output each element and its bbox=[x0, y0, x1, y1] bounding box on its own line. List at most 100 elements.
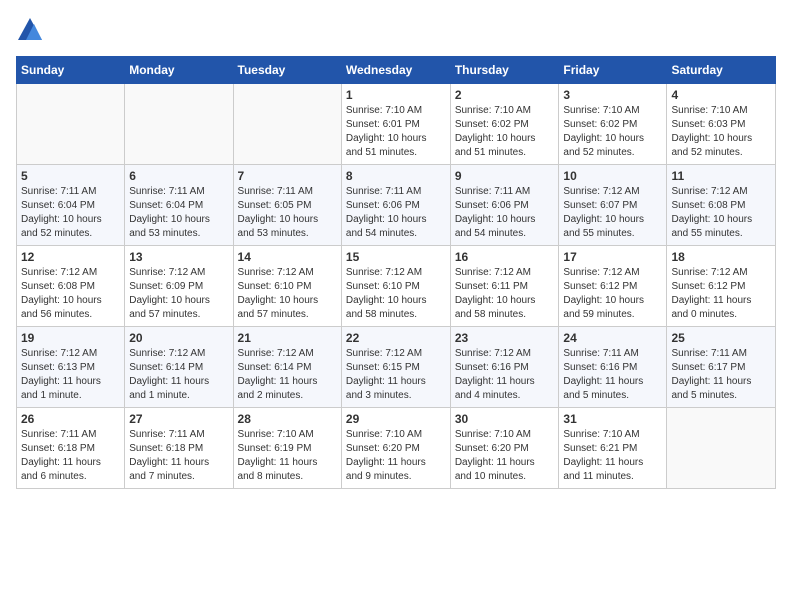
day-number: 3 bbox=[563, 88, 662, 102]
page-header bbox=[16, 16, 776, 44]
day-cell: 21Sunrise: 7:12 AM Sunset: 6:14 PM Dayli… bbox=[233, 327, 341, 408]
calendar-table: SundayMondayTuesdayWednesdayThursdayFrid… bbox=[16, 56, 776, 489]
day-info: Sunrise: 7:12 AM Sunset: 6:13 PM Dayligh… bbox=[21, 347, 120, 403]
day-number: 26 bbox=[21, 412, 120, 426]
day-cell: 31 Sunrise: 7:10 AM Sunset: 6:21 PM Dayli… bbox=[559, 408, 667, 489]
day-cell: 27Sunrise: 7:11 AM Sunset: 6:18 PM Dayli… bbox=[125, 408, 233, 489]
day-number: 30 bbox=[455, 412, 555, 426]
day-cell: 26 Sunrise: 7:11 AM Sunset: 6:18 PM Dayli… bbox=[17, 408, 125, 489]
day-number: 13 bbox=[129, 250, 228, 264]
day-cell: 24 Sunrise: 7:11 AM Sunset: 6:16 PM Dayli… bbox=[559, 327, 667, 408]
day-info: Sunrise: 7:11 AM Sunset: 6:06 PM Dayligh… bbox=[346, 185, 446, 241]
header-cell-sunday: Sunday bbox=[17, 57, 125, 84]
day-cell: 3 Sunrise: 7:10 AM Sunset: 6:02 PM Daylig… bbox=[559, 84, 667, 165]
week-row-1: 1 Sunrise: 7:10 AM Sunset: 6:01 PM Daylig… bbox=[17, 84, 776, 165]
day-info: Sunrise: 7:10 AM Sunset: 6:19 PM Dayligh… bbox=[238, 428, 337, 484]
day-number: 5 bbox=[21, 169, 120, 183]
day-cell: 16Sunrise: 7:12 AM Sunset: 6:11 PM Dayli… bbox=[450, 246, 559, 327]
day-info: Sunrise: 7:12 AM Sunset: 6:10 PM Dayligh… bbox=[238, 266, 337, 322]
day-info: Sunrise: 7:10 AM Sunset: 6:01 PM Dayligh… bbox=[346, 104, 446, 160]
day-number: 10 bbox=[563, 169, 662, 183]
day-info: Sunrise: 7:10 AM Sunset: 6:21 PM Dayligh… bbox=[563, 428, 662, 484]
day-number: 17 bbox=[563, 250, 662, 264]
day-number: 29 bbox=[346, 412, 446, 426]
day-cell: 20 Sunrise: 7:12 AM Sunset: 6:14 PM Dayli… bbox=[125, 327, 233, 408]
header-cell-monday: Monday bbox=[125, 57, 233, 84]
day-info: Sunrise: 7:11 AM Sunset: 6:04 PM Dayligh… bbox=[21, 185, 120, 241]
day-number: 4 bbox=[671, 88, 771, 102]
day-cell: 14 Sunrise: 7:12 AM Sunset: 6:10 PM Dayli… bbox=[233, 246, 341, 327]
header-cell-friday: Friday bbox=[559, 57, 667, 84]
day-info: Sunrise: 7:12 AM Sunset: 6:09 PM Dayligh… bbox=[129, 266, 228, 322]
day-cell: 5 Sunrise: 7:11 AM Sunset: 6:04 PM Daylig… bbox=[17, 165, 125, 246]
day-info: Sunrise: 7:10 AM Sunset: 6:20 PM Dayligh… bbox=[455, 428, 555, 484]
day-cell: 17 Sunrise: 7:12 AM Sunset: 6:12 PM Dayli… bbox=[559, 246, 667, 327]
day-number: 6 bbox=[129, 169, 228, 183]
day-info: Sunrise: 7:12 AM Sunset: 6:14 PM Dayligh… bbox=[129, 347, 228, 403]
day-cell: 18 Sunrise: 7:12 AM Sunset: 6:12 PM Dayli… bbox=[667, 246, 776, 327]
day-info: Sunrise: 7:10 AM Sunset: 6:20 PM Dayligh… bbox=[346, 428, 446, 484]
day-info: Sunrise: 7:12 AM Sunset: 6:08 PM Dayligh… bbox=[21, 266, 120, 322]
day-cell: 11 Sunrise: 7:12 AM Sunset: 6:08 PM Dayli… bbox=[667, 165, 776, 246]
day-info: Sunrise: 7:12 AM Sunset: 6:15 PM Dayligh… bbox=[346, 347, 446, 403]
day-number: 1 bbox=[346, 88, 446, 102]
day-info: Sunrise: 7:12 AM Sunset: 6:12 PM Dayligh… bbox=[671, 266, 771, 322]
day-number: 22 bbox=[346, 331, 446, 345]
day-number: 24 bbox=[563, 331, 662, 345]
day-number: 27 bbox=[129, 412, 228, 426]
header-cell-wednesday: Wednesday bbox=[341, 57, 450, 84]
day-info: Sunrise: 7:10 AM Sunset: 6:03 PM Dayligh… bbox=[671, 104, 771, 160]
day-cell: 25Sunrise: 7:11 AM Sunset: 6:17 PM Dayli… bbox=[667, 327, 776, 408]
day-number: 18 bbox=[671, 250, 771, 264]
day-cell: 8Sunrise: 7:11 AM Sunset: 6:06 PM Daylig… bbox=[341, 165, 450, 246]
day-info: Sunrise: 7:11 AM Sunset: 6:16 PM Dayligh… bbox=[563, 347, 662, 403]
day-number: 23 bbox=[455, 331, 555, 345]
day-info: Sunrise: 7:12 AM Sunset: 6:08 PM Dayligh… bbox=[671, 185, 771, 241]
day-cell: 6 Sunrise: 7:11 AM Sunset: 6:04 PM Daylig… bbox=[125, 165, 233, 246]
day-cell: 28 Sunrise: 7:10 AM Sunset: 6:19 PM Dayli… bbox=[233, 408, 341, 489]
day-number: 28 bbox=[238, 412, 337, 426]
day-number: 15 bbox=[346, 250, 446, 264]
header-cell-saturday: Saturday bbox=[667, 57, 776, 84]
day-number: 19 bbox=[21, 331, 120, 345]
day-cell: 22 Sunrise: 7:12 AM Sunset: 6:15 PM Dayli… bbox=[341, 327, 450, 408]
day-info: Sunrise: 7:12 AM Sunset: 6:07 PM Dayligh… bbox=[563, 185, 662, 241]
day-cell: 15 Sunrise: 7:12 AM Sunset: 6:10 PM Dayli… bbox=[341, 246, 450, 327]
day-number: 14 bbox=[238, 250, 337, 264]
day-info: Sunrise: 7:11 AM Sunset: 6:18 PM Dayligh… bbox=[21, 428, 120, 484]
header-row: SundayMondayTuesdayWednesdayThursdayFrid… bbox=[17, 57, 776, 84]
day-number: 11 bbox=[671, 169, 771, 183]
day-info: Sunrise: 7:11 AM Sunset: 6:05 PM Dayligh… bbox=[238, 185, 337, 241]
header-cell-thursday: Thursday bbox=[450, 57, 559, 84]
day-cell bbox=[233, 84, 341, 165]
day-info: Sunrise: 7:10 AM Sunset: 6:02 PM Dayligh… bbox=[455, 104, 555, 160]
day-number: 21 bbox=[238, 331, 337, 345]
day-cell: 9 Sunrise: 7:11 AM Sunset: 6:06 PM Daylig… bbox=[450, 165, 559, 246]
week-row-3: 12 Sunrise: 7:12 AM Sunset: 6:08 PM Dayli… bbox=[17, 246, 776, 327]
day-info: Sunrise: 7:10 AM Sunset: 6:02 PM Dayligh… bbox=[563, 104, 662, 160]
day-number: 20 bbox=[129, 331, 228, 345]
day-cell: 4 Sunrise: 7:10 AM Sunset: 6:03 PM Daylig… bbox=[667, 84, 776, 165]
day-cell bbox=[667, 408, 776, 489]
day-cell: 23Sunrise: 7:12 AM Sunset: 6:16 PM Dayli… bbox=[450, 327, 559, 408]
day-info: Sunrise: 7:11 AM Sunset: 6:06 PM Dayligh… bbox=[455, 185, 555, 241]
day-cell: 1 Sunrise: 7:10 AM Sunset: 6:01 PM Daylig… bbox=[341, 84, 450, 165]
day-cell: 12 Sunrise: 7:12 AM Sunset: 6:08 PM Dayli… bbox=[17, 246, 125, 327]
day-number: 7 bbox=[238, 169, 337, 183]
day-cell: 7 Sunrise: 7:11 AM Sunset: 6:05 PM Daylig… bbox=[233, 165, 341, 246]
day-info: Sunrise: 7:12 AM Sunset: 6:10 PM Dayligh… bbox=[346, 266, 446, 322]
day-info: Sunrise: 7:12 AM Sunset: 6:12 PM Dayligh… bbox=[563, 266, 662, 322]
week-row-2: 5 Sunrise: 7:11 AM Sunset: 6:04 PM Daylig… bbox=[17, 165, 776, 246]
week-row-4: 19 Sunrise: 7:12 AM Sunset: 6:13 PM Dayli… bbox=[17, 327, 776, 408]
day-number: 31 bbox=[563, 412, 662, 426]
day-cell bbox=[125, 84, 233, 165]
day-cell: 10 Sunrise: 7:12 AM Sunset: 6:07 PM Dayli… bbox=[559, 165, 667, 246]
day-number: 2 bbox=[455, 88, 555, 102]
day-info: Sunrise: 7:11 AM Sunset: 6:04 PM Dayligh… bbox=[129, 185, 228, 241]
day-cell: 13 Sunrise: 7:12 AM Sunset: 6:09 PM Dayli… bbox=[125, 246, 233, 327]
day-number: 12 bbox=[21, 250, 120, 264]
day-cell: 19 Sunrise: 7:12 AM Sunset: 6:13 PM Dayli… bbox=[17, 327, 125, 408]
header-cell-tuesday: Tuesday bbox=[233, 57, 341, 84]
day-number: 9 bbox=[455, 169, 555, 183]
week-row-5: 26 Sunrise: 7:11 AM Sunset: 6:18 PM Dayli… bbox=[17, 408, 776, 489]
